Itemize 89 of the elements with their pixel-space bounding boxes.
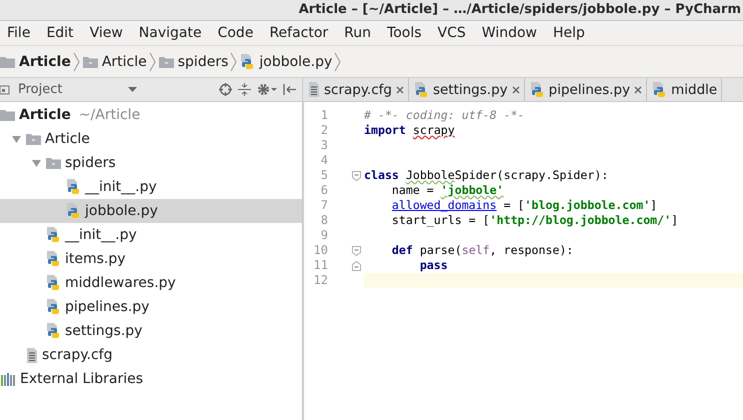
breadcrumb[interactable]: jobbole.py xyxy=(237,54,334,70)
dropdown-caret-icon[interactable] xyxy=(128,87,138,92)
menu-item[interactable]: View xyxy=(82,21,132,45)
folder-icon xyxy=(26,133,41,145)
python-file-icon xyxy=(46,323,61,339)
folder-icon xyxy=(158,56,174,68)
code-line: class JobboleSpider(scrapy.Spider): xyxy=(364,168,608,183)
project-view-icon xyxy=(0,84,10,96)
code-line: import scrapy xyxy=(364,123,455,138)
menu-item[interactable]: Run xyxy=(337,21,380,45)
line-number: 8 xyxy=(320,213,328,228)
code-line: start_urls = ['http://blog.jobbole.com/'] xyxy=(392,213,678,228)
code-line: def parse(self, response): xyxy=(392,243,574,258)
code-line: name = 'jobbole' xyxy=(392,183,504,198)
path-hint: ~/Article xyxy=(78,107,140,123)
collapse-icon[interactable] xyxy=(238,83,251,96)
library-icon xyxy=(0,372,16,386)
python-file-icon xyxy=(46,227,61,243)
text-file-icon xyxy=(26,348,38,362)
hide-panel-icon[interactable] xyxy=(283,83,296,96)
python-file-icon xyxy=(66,179,81,195)
tree-row[interactable]: items.py xyxy=(0,247,302,271)
tree-row[interactable]: jobbole.py xyxy=(0,199,302,223)
close-icon[interactable] xyxy=(634,86,642,94)
line-number: 9 xyxy=(320,228,328,243)
tree-row[interactable]: Article ~/Article xyxy=(0,103,302,127)
chevron-icon xyxy=(230,52,238,72)
menu-item[interactable]: Window xyxy=(474,21,546,45)
menu-item[interactable]: Navigate xyxy=(132,21,211,45)
python-file-icon xyxy=(66,203,81,219)
tree-row[interactable]: pipelines.py xyxy=(0,295,302,319)
python-file-icon xyxy=(530,82,545,98)
menu-item[interactable]: Edit xyxy=(39,21,83,45)
code-line: # -*- coding: utf-8 -*- xyxy=(364,108,525,123)
python-file-icon xyxy=(46,299,61,315)
line-number: 5 xyxy=(320,168,328,183)
folder-icon xyxy=(46,157,61,169)
panel-title[interactable]: Project xyxy=(18,82,62,97)
close-icon[interactable] xyxy=(512,86,520,94)
code-line: allowed_domains = ['blog.jobbole.com'] xyxy=(392,198,658,213)
tree-row[interactable]: spiders xyxy=(0,151,302,175)
fold-marker-icon[interactable] xyxy=(352,170,360,180)
breadcrumb[interactable]: Article xyxy=(80,54,149,70)
menu-item[interactable]: Code xyxy=(210,21,262,45)
tree-row[interactable]: scrapy.cfg xyxy=(0,343,302,367)
line-number: 10 xyxy=(312,243,328,258)
editor-tab[interactable]: pipelines.py xyxy=(524,78,648,101)
python-file-icon xyxy=(414,82,429,98)
chevron-icon xyxy=(148,52,156,72)
breadcrumb[interactable]: spiders xyxy=(156,54,230,70)
line-number: 1 xyxy=(320,108,328,123)
tree-row[interactable]: __init__.py xyxy=(0,223,302,247)
line-number: 12 xyxy=(312,273,328,288)
python-file-icon xyxy=(240,54,256,70)
menu-item[interactable]: Help xyxy=(546,21,594,45)
line-number: 7 xyxy=(320,198,328,213)
text-file-icon xyxy=(308,82,320,97)
expand-arrow-icon[interactable] xyxy=(12,136,20,142)
line-number: 2 xyxy=(320,123,328,138)
tree-row[interactable]: middlewares.py xyxy=(0,271,302,295)
folder-icon xyxy=(0,56,15,68)
python-file-icon xyxy=(46,251,61,267)
breadcrumb[interactable]: Article xyxy=(0,54,73,70)
code-line: pass xyxy=(420,258,448,273)
menu-item[interactable]: File xyxy=(0,21,40,45)
tree-row[interactable]: External Libraries xyxy=(0,367,302,391)
line-number: 4 xyxy=(320,153,328,168)
chevron-icon xyxy=(334,52,342,72)
menu-item[interactable]: Refactor xyxy=(262,21,338,45)
close-icon[interactable] xyxy=(396,86,404,94)
tree-row[interactable]: __init__.py xyxy=(0,175,302,199)
line-number: 3 xyxy=(320,138,328,153)
fold-marker-icon[interactable] xyxy=(352,260,360,270)
chevron-icon xyxy=(72,52,80,72)
line-number: 6 xyxy=(320,183,328,198)
folder-icon xyxy=(82,56,98,68)
window-title: Article – [~/Article] – …/Article/spiders/jobbole.py – PyCharm xyxy=(298,1,742,19)
python-file-icon xyxy=(652,82,668,98)
menu-item[interactable]: Tools xyxy=(380,21,431,45)
tree-row[interactable]: settings.py xyxy=(0,319,302,343)
crosshair-icon[interactable] xyxy=(219,83,232,96)
gear-icon[interactable] xyxy=(257,83,277,96)
expand-arrow-icon[interactable] xyxy=(32,160,40,166)
folder-icon xyxy=(0,109,15,121)
line-number: 11 xyxy=(312,258,328,273)
menu-item[interactable]: VCS xyxy=(430,21,475,45)
tree-row[interactable]: Article xyxy=(0,127,302,151)
python-file-icon xyxy=(46,275,61,291)
fold-marker-icon[interactable] xyxy=(352,246,360,256)
